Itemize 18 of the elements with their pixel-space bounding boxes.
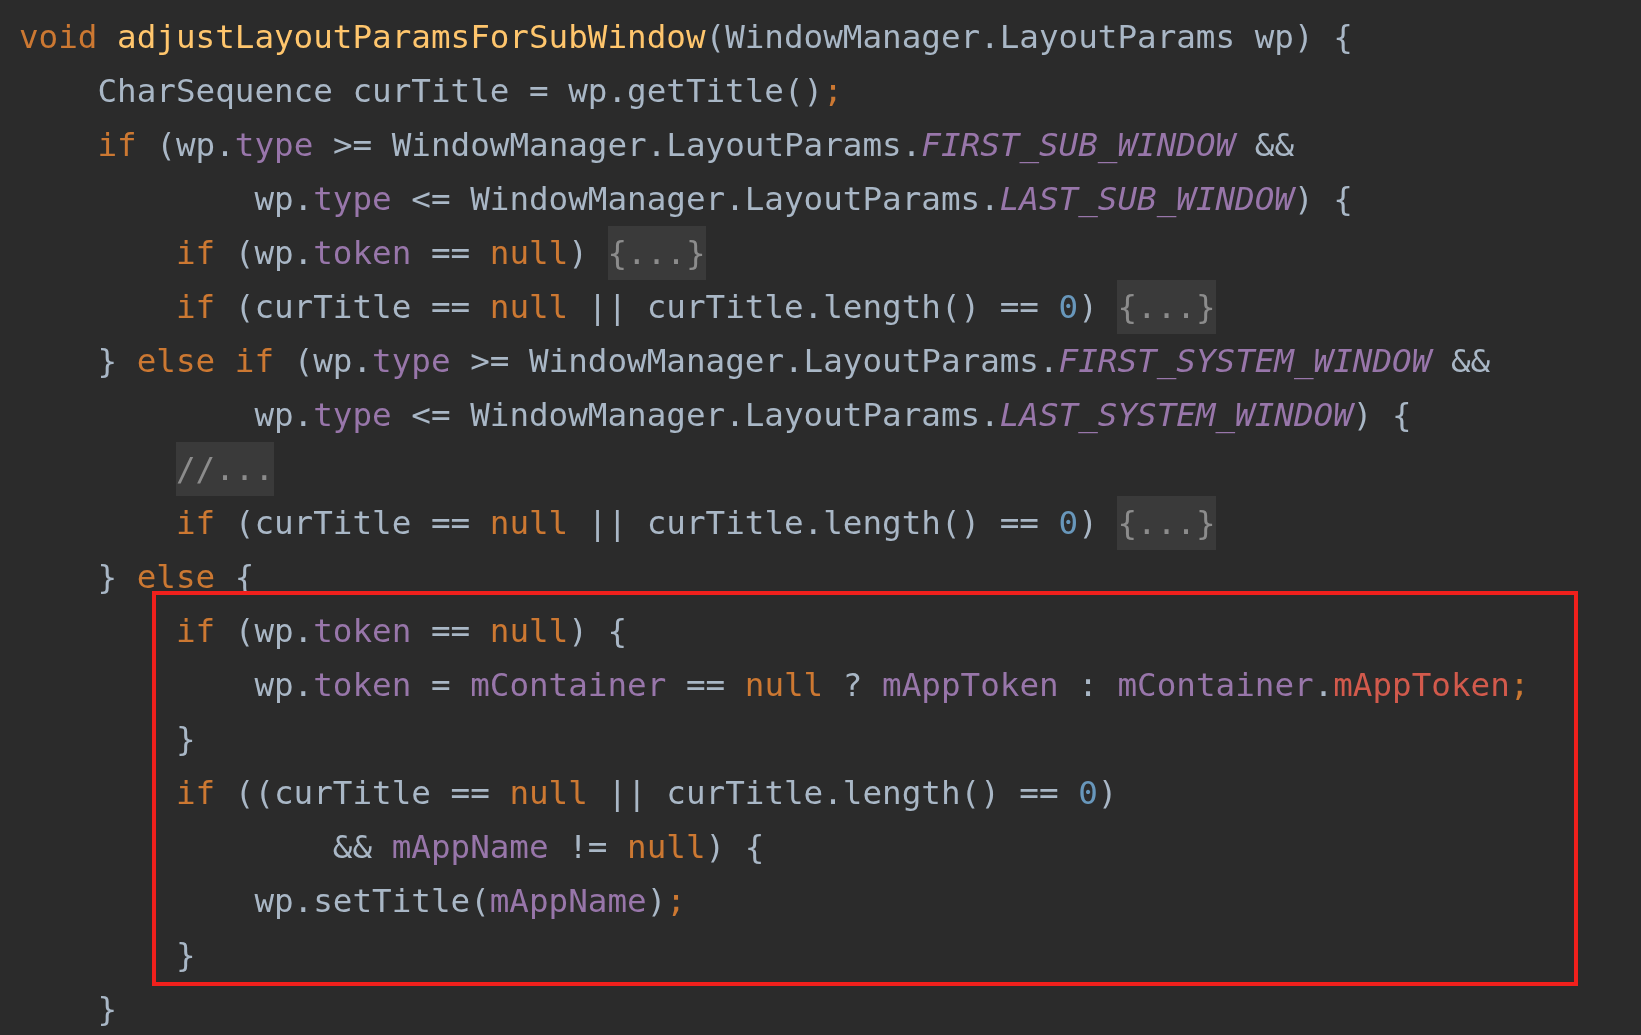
code-line: if (wp.token == null) {...}: [19, 226, 706, 280]
code-line: }: [174, 719, 196, 760]
code-line: if (curTitle == null || curTitle.length() == 0) {...}: [19, 280, 1216, 334]
code-line: if (curTitle == null || curTitle.length() == 0) {...}: [19, 496, 1216, 550]
code-line: if (wp.type >= WindowManager.LayoutParams.FIRST_SUB_WINDOW &&: [96, 125, 1294, 166]
code-line: if ((curTitle == null || curTitle.length() == 0): [174, 773, 1118, 814]
code-line: }: [174, 935, 196, 976]
code-line: if (wp.token == null) {: [174, 611, 628, 652]
code-line: CharSequence curTitle = wp.getTitle();: [96, 71, 843, 112]
code-line: && mAppName != null) {: [331, 827, 765, 868]
code-line: }: [96, 989, 118, 1030]
code-line: void adjustLayoutParamsForSubWindow(WindowManager.LayoutParams wp) {: [19, 17, 1353, 58]
code-line: wp.type <= WindowManager.LayoutParams.LAST_SYSTEM_WINDOW) {: [253, 395, 1412, 436]
code-line: wp.setTitle(mAppName);: [253, 881, 686, 922]
code-line: } else if (wp.type >= WindowManager.LayoutParams.FIRST_SYSTEM_WINDOW &&: [96, 341, 1491, 382]
code-line: wp.type <= WindowManager.LayoutParams.LAST_SUB_WINDOW) {: [253, 179, 1353, 220]
code-line: //...: [19, 442, 274, 496]
code-line: wp.token = mContainer == null ? mAppToken : mContainer.mAppToken;: [253, 665, 1530, 706]
